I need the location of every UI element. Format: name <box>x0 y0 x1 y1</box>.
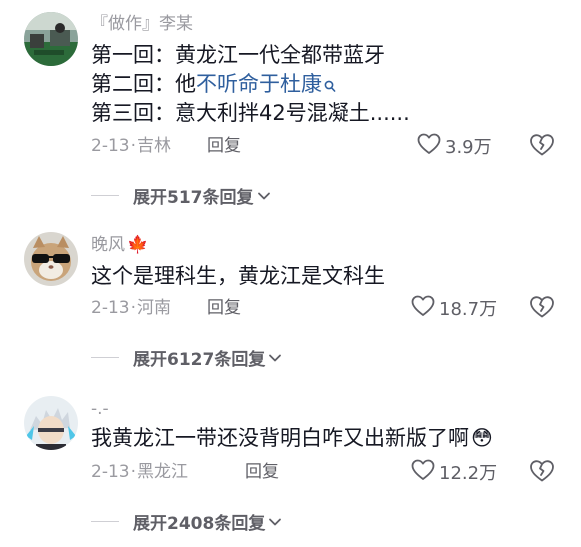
comment-line: 这个是理科生，黄龙江是文科生 <box>91 264 385 288</box>
dislike-button[interactable] <box>529 459 555 485</box>
meta-separator: · <box>130 298 136 318</box>
dislike-button[interactable] <box>529 133 555 159</box>
comment-text: 这个是理科生，黄龙江是文科生 <box>91 262 385 291</box>
search-icon[interactable] <box>324 72 336 101</box>
like-count: 3.9万 <box>445 137 492 158</box>
username[interactable]: 晚风 🍁 <box>91 234 148 256</box>
broken-heart-icon <box>529 134 555 161</box>
like-button[interactable]: 12.2万 <box>411 459 497 485</box>
comment-line: 第三回：意大利拌42号混凝土...... <box>91 101 410 125</box>
divider <box>91 520 119 522</box>
avatar[interactable] <box>24 396 78 450</box>
comment-meta: 2-13·黑龙江 回复 <box>91 461 279 483</box>
expand-replies-button[interactable]: 展开2408条回复 <box>91 510 282 534</box>
comment-date: 2-13 <box>91 462 130 482</box>
like-button[interactable]: 3.9万 <box>417 133 492 159</box>
comment-meta: 2-13·河南 回复 <box>91 297 241 319</box>
expand-replies-label: 展开517条回复 <box>133 187 254 208</box>
expand-replies-label: 展开6127条回复 <box>133 349 266 370</box>
comment-date: 2-13 <box>91 136 130 156</box>
heart-outline-icon <box>411 295 435 321</box>
heart-outline-icon <box>417 133 441 159</box>
avatar[interactable] <box>24 232 78 286</box>
like-button[interactable]: 18.7万 <box>411 295 497 321</box>
comment-location: 河南 <box>137 298 171 318</box>
divider <box>91 356 119 358</box>
meta-separator: · <box>130 462 136 482</box>
chevron-down-icon <box>268 348 282 367</box>
like-count: 18.7万 <box>439 299 498 320</box>
username-text: 晚风 <box>91 235 125 255</box>
comment-line: 第一回：黄龙江一代全都带蓝牙 <box>91 43 385 67</box>
avatar[interactable] <box>24 12 78 66</box>
heart-outline-icon <box>411 459 435 485</box>
divider <box>91 194 119 196</box>
expand-replies-button[interactable]: 展开517条回复 <box>91 184 271 208</box>
expand-replies-button[interactable]: 展开6127条回复 <box>91 346 282 370</box>
comment-text: 第一回：黄龙江一代全都带蓝牙 第二回：他不听命于杜康 第三回：意大利拌42号混凝… <box>91 41 410 128</box>
comment-location: 吉林 <box>137 136 171 156</box>
dislike-button[interactable] <box>529 295 555 321</box>
search-keyword-link[interactable]: 不听命于杜康 <box>196 72 322 96</box>
broken-heart-icon <box>529 460 555 487</box>
broken-heart-icon <box>529 296 555 323</box>
like-count: 12.2万 <box>439 463 498 484</box>
comment-meta: 2-13·吉林 回复 <box>91 135 241 157</box>
username[interactable]: 『做作』李某 <box>91 13 193 35</box>
reply-button[interactable]: 回复 <box>245 461 279 483</box>
comment-line-text: 第二回：他 <box>91 72 196 96</box>
chevron-down-icon <box>268 512 282 531</box>
flushed-face-emoji: 😳 <box>471 426 493 450</box>
comment-line: 我黄龙江一带还没背明白咋又出新版了啊😳 <box>91 424 493 453</box>
meta-separator: · <box>130 136 136 156</box>
chevron-down-icon <box>257 186 271 205</box>
comment-text: 我黄龙江一带还没背明白咋又出新版了啊😳 <box>91 424 493 453</box>
comment-date: 2-13 <box>91 298 130 318</box>
comment-line-text: 我黄龙江一带还没背明白咋又出新版了啊 <box>91 426 469 450</box>
maple-leaf-emoji: 🍁 <box>127 235 149 255</box>
reply-button[interactable]: 回复 <box>207 135 241 157</box>
reply-button[interactable]: 回复 <box>207 297 241 319</box>
comment-location: 黑龙江 <box>137 462 188 482</box>
expand-replies-label: 展开2408条回复 <box>133 513 266 534</box>
comment-line: 第二回：他不听命于杜康 <box>91 70 410 99</box>
username[interactable]: -.- <box>91 398 109 420</box>
